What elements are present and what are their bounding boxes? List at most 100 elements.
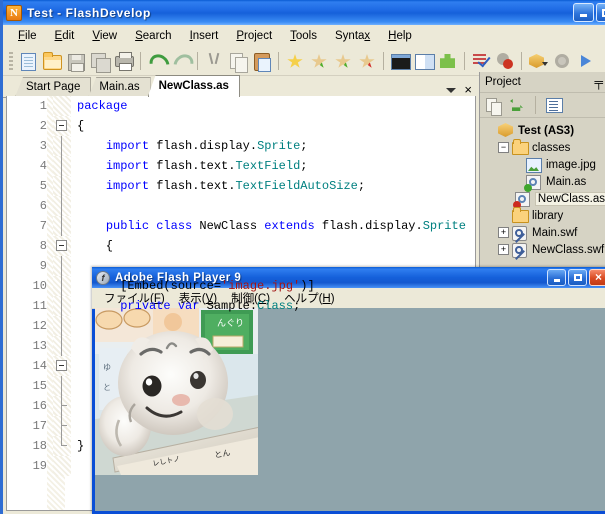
pin-icon[interactable]: ╤: [594, 75, 603, 89]
code-editor[interactable]: 1 package 2{3 import flash.display.Sprite;…: [6, 96, 476, 511]
debug-icon[interactable]: [494, 50, 516, 72]
menu-project[interactable]: Project: [227, 28, 281, 44]
fold-marker[interactable]: [53, 356, 71, 376]
tree-node[interactable]: Main.as: [484, 173, 605, 192]
maximize-button[interactable]: [596, 3, 605, 22]
line-number: 4: [39, 159, 47, 173]
tab-start-page[interactable]: Start Page: [15, 77, 92, 97]
tree-node[interactable]: − classes: [484, 139, 605, 156]
tab-main-as[interactable]: Main.as: [88, 77, 151, 97]
copy-icon[interactable]: [227, 50, 249, 73]
code-line: 4 import flash.text.TextField;: [7, 156, 475, 176]
code-text: {: [77, 119, 85, 133]
window-controls: [573, 3, 605, 22]
expand-icon[interactable]: +: [498, 244, 509, 255]
fold-marker: [53, 316, 71, 336]
new-file-icon[interactable]: [17, 50, 39, 72]
bookmark-next-icon[interactable]: [308, 50, 330, 72]
menu-bar: File Edit View Search Insert Project Too…: [3, 25, 605, 47]
fold-marker: [53, 196, 71, 216]
tree-node[interactable]: NewClass.as: [484, 190, 605, 209]
toolbar-separator: [464, 52, 465, 70]
options-list-icon[interactable]: [545, 96, 563, 114]
code-line: 8 {: [7, 236, 475, 256]
menu-syntax[interactable]: Syntax: [326, 28, 379, 44]
save-icon[interactable]: [65, 50, 87, 72]
flash-minimize-button[interactable]: [547, 269, 566, 286]
minimize-button[interactable]: [573, 3, 594, 22]
tab-controls: ×: [446, 83, 472, 96]
folder-icon: [512, 207, 529, 223]
bookmark-icon[interactable]: [284, 50, 306, 72]
line-number: 9: [39, 259, 47, 273]
title-bar[interactable]: N Test - FlashDevelop: [3, 0, 605, 25]
code-line: 17: [7, 416, 475, 436]
menu-view[interactable]: View: [83, 28, 126, 44]
project-panel-title: Project: [485, 76, 521, 88]
close-icon: ×: [594, 270, 602, 284]
fold-marker[interactable]: [53, 236, 71, 256]
fold-marker: [53, 276, 71, 296]
copy-icon[interactable]: [485, 96, 503, 116]
tree-node[interactable]: + NewClass.swf: [484, 241, 605, 258]
panel-icon[interactable]: [413, 50, 435, 72]
bookmark-clear-icon[interactable]: [356, 50, 378, 72]
menu-file[interactable]: File: [9, 28, 46, 44]
chevron-down-icon[interactable]: [446, 87, 457, 93]
tree-node[interactable]: image.jpg: [484, 156, 605, 173]
menu-search[interactable]: Search: [126, 28, 180, 44]
as-file-red-icon: [512, 191, 531, 209]
bookmark-prev-icon[interactable]: [332, 50, 354, 72]
undo-icon[interactable]: [145, 50, 174, 78]
code-line: 12: [7, 316, 475, 336]
toolbar-separator: [521, 52, 522, 70]
code-line: 18}: [7, 436, 475, 456]
window-title: Test - FlashDevelop: [27, 5, 151, 20]
menu-insert[interactable]: Insert: [181, 28, 228, 44]
fold-marker[interactable]: [53, 116, 71, 136]
code-line: 10 [Embed(source='image.jpg')]: [7, 276, 475, 296]
menu-help[interactable]: Help: [379, 28, 421, 44]
collapse-icon[interactable]: −: [498, 142, 509, 153]
tree-node[interactable]: library: [484, 207, 605, 224]
tab-newclass-as[interactable]: NewClass.as: [147, 75, 240, 97]
code-line: 6: [7, 196, 475, 216]
project-package-icon: [498, 123, 514, 138]
toolbar-separator: [197, 52, 198, 70]
fold-marker: [53, 396, 71, 416]
expand-icon[interactable]: +: [498, 227, 509, 238]
check-syntax-icon[interactable]: [470, 50, 492, 72]
tree-node[interactable]: Test (AS3): [484, 122, 605, 139]
save-all-icon[interactable]: [89, 50, 111, 73]
menu-edit[interactable]: Edit: [46, 28, 84, 44]
print-icon[interactable]: [113, 50, 135, 72]
console-icon[interactable]: [389, 50, 411, 72]
tree-node[interactable]: + Main.swf: [484, 224, 605, 241]
toolbar-grip[interactable]: [9, 52, 13, 70]
project-tree: Test (AS3) − classes image.jpg Main.as NewCla…: [480, 118, 605, 258]
flash-close-button[interactable]: ×: [589, 269, 605, 286]
code-line: 19: [7, 456, 475, 476]
synchronize-icon[interactable]: [508, 96, 526, 114]
line-number: 3: [39, 139, 47, 153]
minimize-icon: [580, 14, 587, 17]
menu-tools[interactable]: Tools: [281, 28, 326, 44]
settings-gear-icon[interactable]: [551, 50, 573, 72]
cut-icon[interactable]: [203, 50, 225, 72]
build-package-icon[interactable]: [527, 50, 549, 72]
flash-maximize-button[interactable]: [568, 269, 587, 286]
swf-file-icon: [512, 225, 528, 241]
open-folder-icon[interactable]: [41, 50, 63, 72]
redo-icon[interactable]: [169, 50, 198, 78]
line-number: 6: [39, 199, 47, 213]
code-text: [Embed(source='image.jpg')]: [77, 279, 315, 293]
code-text: package: [77, 99, 128, 113]
run-icon[interactable]: [575, 50, 597, 72]
code-line: 9: [7, 256, 475, 276]
close-icon[interactable]: ×: [464, 83, 472, 96]
paste-icon[interactable]: [251, 50, 273, 72]
minimize-icon: [553, 278, 560, 282]
snippet-icon[interactable]: [437, 50, 459, 72]
code-line: 14: [7, 356, 475, 376]
project-panel-header: Project ╤: [480, 72, 605, 92]
